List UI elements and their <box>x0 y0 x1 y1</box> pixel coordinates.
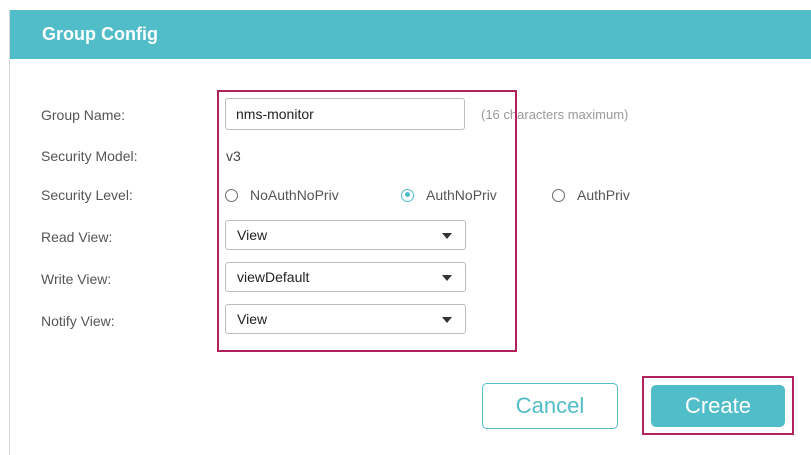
radio-authpriv[interactable]: AuthPriv <box>552 182 630 208</box>
chevron-down-icon <box>442 275 452 281</box>
group-name-label: Group Name: <box>41 107 126 123</box>
read-view-label: Read View: <box>41 229 113 245</box>
radio-icon <box>225 188 238 202</box>
panel-title: Group Config <box>42 24 158 44</box>
cancel-button[interactable]: Cancel <box>482 383 618 429</box>
read-view-value: View <box>237 227 268 243</box>
write-view-select[interactable]: viewDefault <box>225 262 466 292</box>
group-name-input[interactable] <box>225 98 465 130</box>
group-name-hint: (16 characters maximum) <box>481 107 629 122</box>
chevron-down-icon <box>442 233 452 239</box>
notify-view-label: Notify View: <box>41 313 115 329</box>
chevron-down-icon <box>442 317 452 323</box>
radio-icon <box>552 188 565 202</box>
radio-selected-dot <box>404 192 410 197</box>
radio-label-noauthnopriv: NoAuthNoPriv <box>250 187 339 203</box>
notify-view-value: View <box>237 311 268 327</box>
security-model-label: Security Model: <box>41 148 138 164</box>
radio-icon <box>401 188 414 202</box>
security-level-radio-group: NoAuthNoPriv AuthNoPriv AuthPriv <box>225 182 665 208</box>
create-button-highlight: Create <box>642 376 794 435</box>
write-view-label: Write View: <box>41 271 112 287</box>
radio-label-authpriv: AuthPriv <box>577 187 630 203</box>
group-config-panel: Group Config Group Name: (16 characters … <box>9 10 811 455</box>
security-level-label: Security Level: <box>41 187 133 203</box>
read-view-select[interactable]: View <box>225 220 466 250</box>
radio-authnopriv[interactable]: AuthNoPriv <box>401 182 497 208</box>
security-model-value: v3 <box>226 148 241 164</box>
radio-noauthnopriv[interactable]: NoAuthNoPriv <box>225 182 339 208</box>
notify-view-select[interactable]: View <box>225 304 466 334</box>
create-button[interactable]: Create <box>651 385 785 427</box>
panel-header: Group Config <box>10 10 811 59</box>
radio-label-authnopriv: AuthNoPriv <box>426 187 497 203</box>
write-view-value: viewDefault <box>237 269 310 285</box>
